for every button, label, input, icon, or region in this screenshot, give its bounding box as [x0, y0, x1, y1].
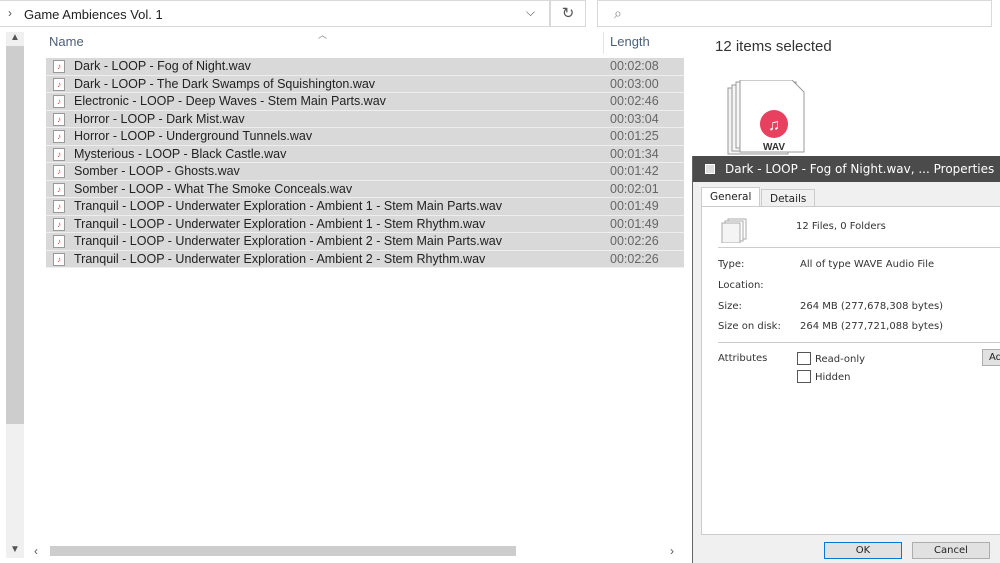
address-bar[interactable]: › Game Ambiences Vol. 1 ⌵	[0, 0, 550, 27]
wav-file-icon: ♫ WAV	[727, 80, 805, 155]
audio-file-icon: ♪	[53, 200, 65, 213]
file-row[interactable]: ♪ Tranquil - LOOP - Underwater Exploratio…	[46, 233, 684, 251]
file-name: Tranquil - LOOP - Underwater Exploration…	[74, 199, 502, 213]
file-length: 00:01:49	[610, 216, 659, 231]
file-name: Tranquil - LOOP - Underwater Exploration…	[74, 251, 486, 266]
file-name: Horror - LOOP - Underground Tunnels.wav	[74, 129, 313, 143]
file-name: Tranquil - LOOP - Underwater Exploration…	[74, 216, 486, 231]
readonly-checkbox[interactable]	[797, 352, 811, 365]
tab-general[interactable]: General	[701, 187, 761, 208]
file-row[interactable]: ♪ Dark - LOOP - The Dark Swamps of Squish…	[46, 75, 684, 93]
audio-file-icon: ♪	[53, 130, 65, 143]
file-name: Electronic - LOOP - Deep Waves - Stem Ma…	[74, 94, 386, 108]
audio-file-icon: ♪	[53, 182, 65, 196]
properties-dialog: Dark - LOOP - Fog of Night.wav, ... Prop…	[692, 156, 1000, 563]
file-name: Dark - LOOP - The Dark Swamps of Squishi…	[74, 76, 376, 91]
scroll-thumb[interactable]	[6, 46, 24, 424]
file-row[interactable]: ♪ Somber - LOOP - Ghosts.wav 00:01:42	[46, 163, 684, 181]
file-length: 00:02:08	[610, 59, 659, 73]
separator	[718, 342, 1000, 343]
svg-text:WAV: WAV	[763, 142, 785, 153]
audio-file-icon: ♪	[53, 60, 65, 73]
file-length: 00:03:00	[610, 76, 659, 91]
svg-text:♫: ♫	[768, 117, 780, 134]
cancel-button[interactable]: Cancel	[912, 542, 990, 559]
file-name: Somber - LOOP - Ghosts.wav	[74, 164, 240, 178]
audio-file-icon: ♪	[53, 235, 65, 248]
file-length: 00:01:49	[610, 199, 659, 213]
advanced-button[interactable]: Ad	[982, 349, 1000, 366]
file-length: 00:02:26	[610, 251, 659, 266]
chevron-down-icon[interactable]: ⌵	[526, 5, 535, 20]
audio-file-icon: ♪	[53, 95, 65, 108]
sort-ascending-icon: ︿	[318, 30, 328, 40]
scroll-up-icon[interactable]: ▲	[10, 32, 20, 43]
size-value: 264 MB (277,678,308 bytes)	[800, 301, 944, 312]
dialog-title: Dark - LOOP - Fog of Night.wav, ... Prop…	[693, 156, 1000, 182]
audio-file-icon: ♪	[53, 165, 65, 178]
file-name: Mysterious - LOOP - Black Castle.wav	[74, 146, 287, 161]
hidden-checkbox[interactable]	[797, 370, 811, 383]
file-row[interactable]: ♪ Electronic - LOOP - Deep Waves - Stem M…	[46, 93, 684, 111]
separator	[718, 247, 1000, 248]
file-length: 00:01:25	[610, 129, 659, 143]
file-list: ♪ Dark - LOOP - Fog of Night.wav 00:02:08 ♪…	[46, 58, 684, 268]
type-label: Type:	[718, 259, 745, 270]
file-name: Tranquil - LOOP - Underwater Exploration…	[74, 234, 502, 248]
audio-file-icon: ♪	[53, 147, 65, 161]
file-row[interactable]: ♪ Tranquil - LOOP - Underwater Exploratio…	[46, 250, 684, 268]
file-name: Dark - LOOP - Fog of Night.wav	[74, 59, 251, 73]
size-on-disk-value: 264 MB (277,721,088 bytes)	[800, 321, 944, 332]
column-header-name[interactable]: Name	[49, 34, 84, 49]
attributes-label: Attributes	[718, 353, 768, 364]
file-length: 00:01:42	[610, 164, 659, 178]
scroll-thumb[interactable]	[50, 546, 516, 556]
selection-count: 12 items selected	[715, 38, 832, 55]
file-length: 00:02:26	[610, 234, 659, 248]
scroll-left-icon[interactable]: ‹	[34, 544, 38, 558]
vertical-scrollbar[interactable]: ▲ ▼	[6, 32, 24, 558]
file-row[interactable]: ♪ Dark - LOOP - Fog of Night.wav 00:02:08	[46, 58, 684, 76]
refresh-icon: ↻	[561, 5, 575, 22]
size-on-disk-label: Size on disk:	[718, 321, 781, 332]
scroll-right-icon[interactable]: ›	[670, 544, 674, 558]
audio-file-icon: ♪	[53, 112, 65, 126]
refresh-button[interactable]: ↻	[550, 0, 586, 27]
type-value: All of type WAVE Audio File	[800, 259, 935, 270]
search-input[interactable]: ⌕	[597, 0, 992, 27]
file-row[interactable]: ♪ Horror - LOOP - Underground Tunnels.wav…	[46, 128, 684, 146]
location-label: Location:	[718, 280, 764, 291]
size-label: Size:	[718, 301, 742, 312]
audio-file-icon: ♪	[53, 252, 65, 266]
file-length: 00:03:04	[610, 111, 659, 126]
address-path[interactable]: Game Ambiences Vol. 1	[24, 7, 163, 22]
file-name: Somber - LOOP - What The Smoke Conceals.…	[74, 181, 353, 196]
general-panel: 12 Files, 0 Folders Type: All of type WA…	[701, 206, 1000, 535]
summary-text: 12 Files, 0 Folders	[796, 221, 886, 232]
file-row[interactable]: ♪ Mysterious - LOOP - Black Castle.wav 00:…	[46, 145, 684, 163]
search-icon: ⌕	[614, 5, 622, 21]
scroll-down-icon[interactable]: ▼	[10, 544, 20, 555]
file-row[interactable]: ♪ Tranquil - LOOP - Underwater Exploratio…	[46, 198, 684, 216]
audio-file-icon: ♪	[53, 77, 65, 91]
file-row[interactable]: ♪ Somber - LOOP - What The Smoke Conceals…	[46, 180, 684, 198]
file-row[interactable]: ♪ Tranquil - LOOP - Underwater Exploratio…	[46, 215, 684, 233]
hidden-label[interactable]: Hidden	[815, 372, 850, 383]
column-header-length[interactable]: Length	[610, 34, 650, 49]
file-length: 00:02:01	[610, 181, 659, 196]
files-icon	[705, 164, 715, 174]
audio-file-icon: ♪	[53, 217, 65, 231]
multiple-files-icon	[721, 218, 747, 243]
file-length: 00:01:34	[610, 146, 659, 161]
file-length: 00:02:46	[610, 94, 659, 108]
ok-button[interactable]: OK	[824, 542, 902, 559]
file-name: Horror - LOOP - Dark Mist.wav	[74, 111, 245, 126]
readonly-label[interactable]: Read-only	[815, 354, 865, 365]
chevron-right-icon[interactable]: ›	[8, 6, 12, 20]
horizontal-scrollbar[interactable]: ‹ ›	[30, 544, 684, 558]
column-divider[interactable]	[603, 32, 604, 54]
file-row[interactable]: ♪ Horror - LOOP - Dark Mist.wav 00:03:04	[46, 110, 684, 128]
